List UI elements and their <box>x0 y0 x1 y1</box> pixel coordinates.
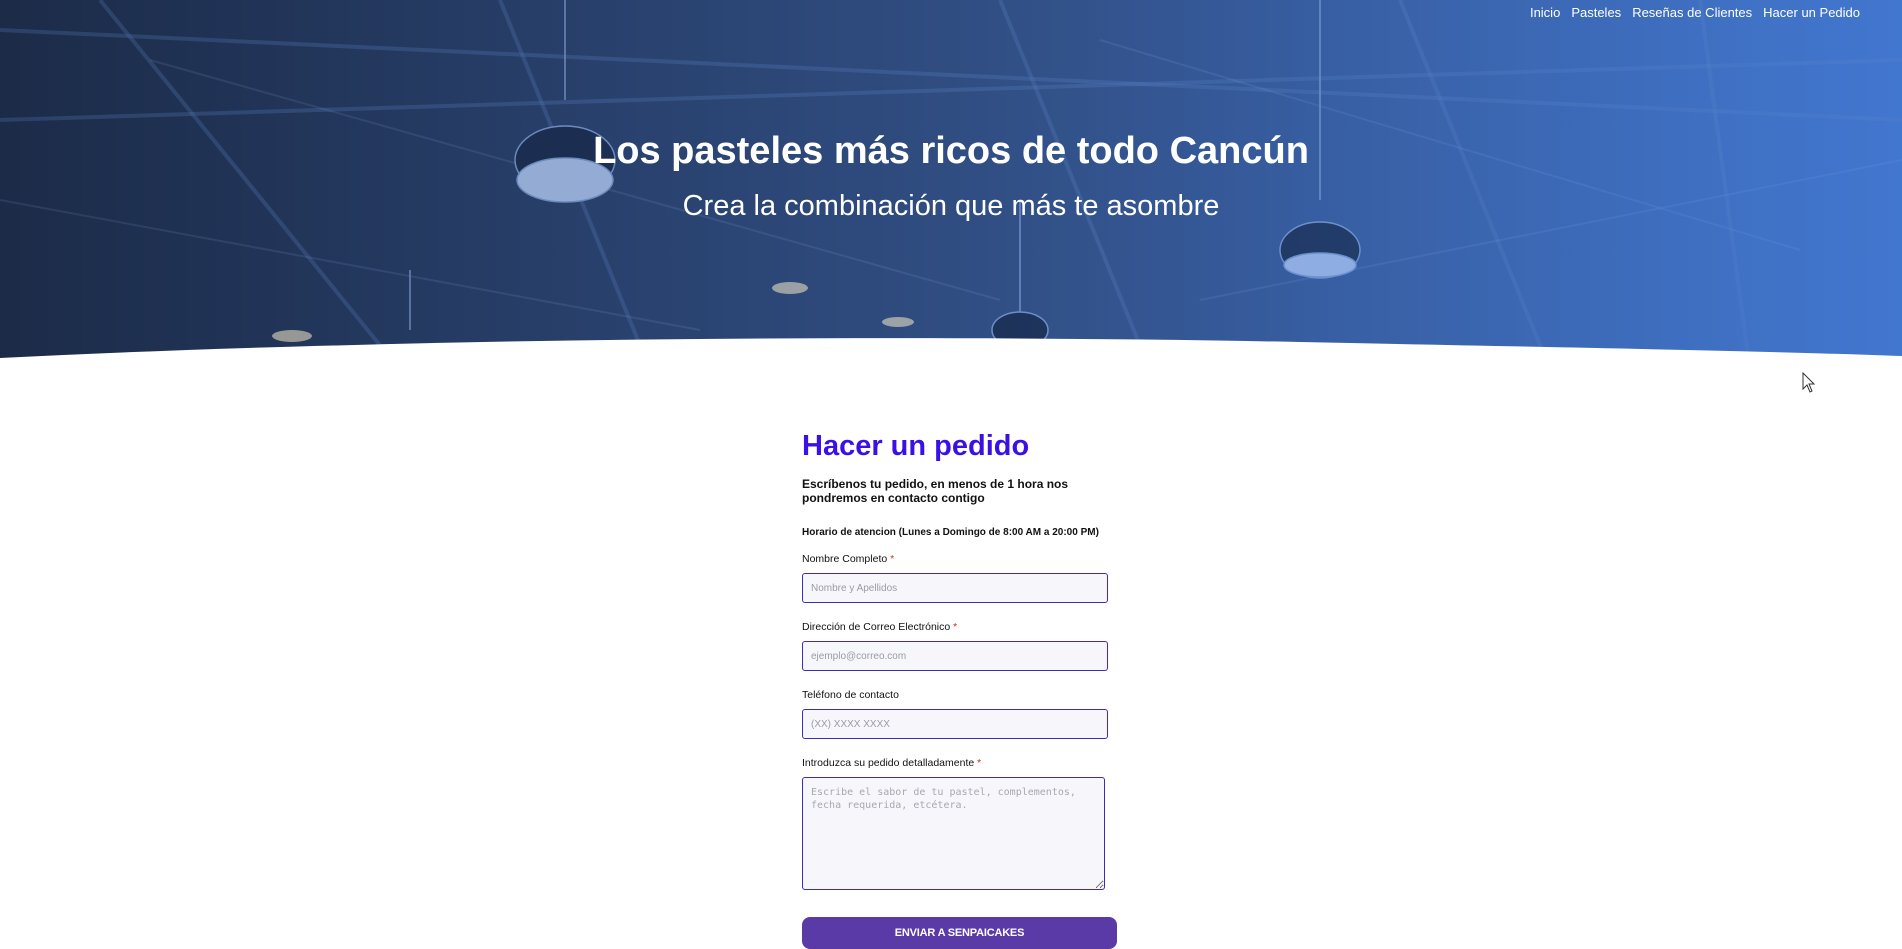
name-label-text: Nombre Completo <box>802 553 888 565</box>
mouse-pointer-icon <box>1802 372 1816 393</box>
order-details-textarea[interactable] <box>802 777 1105 890</box>
required-marker: * <box>977 757 982 769</box>
phone-input[interactable] <box>802 709 1108 739</box>
email-input[interactable] <box>802 641 1108 671</box>
phone-field-label: Teléfono de contacto <box>802 689 1120 701</box>
nav-item-pasteles[interactable]: Pasteles <box>1571 5 1621 20</box>
order-form-title: Hacer un pedido <box>802 430 1030 462</box>
required-marker: * <box>953 621 958 633</box>
hero-wave-divider <box>0 338 1902 370</box>
name-field-label: Nombre Completo * <box>802 553 1120 565</box>
submit-order-button[interactable]: ENVIAR A SENPAICAKES <box>802 917 1117 949</box>
hero-banner: Inicio Pasteles Reseñas de Clientes Hace… <box>0 0 1902 370</box>
phone-label-text: Teléfono de contacto <box>802 689 899 701</box>
nav-item-hacer-pedido[interactable]: Hacer un Pedido <box>1763 5 1860 20</box>
order-field-label: Introduzca su pedido detalladamente * <box>802 757 1120 769</box>
hero-overlay <box>0 0 1902 370</box>
email-field-label: Dirección de Correo Electrónico * <box>802 621 1120 633</box>
nav-item-inicio[interactable]: Inicio <box>1530 5 1560 20</box>
business-hours: Horario de atencion (Lunes a Domingo de … <box>802 527 1099 538</box>
top-navigation: Inicio Pasteles Reseñas de Clientes Hace… <box>1530 5 1860 20</box>
order-form-section: Hacer un pedido Escríbenos tu pedido, en… <box>802 430 1120 949</box>
required-marker: * <box>890 553 895 565</box>
email-label-text: Dirección de Correo Electrónico <box>802 621 951 633</box>
nav-item-resenas[interactable]: Reseñas de Clientes <box>1632 5 1752 20</box>
full-name-input[interactable] <box>802 573 1108 603</box>
order-form-intro: Escríbenos tu pedido, en menos de 1 hora… <box>802 477 1069 505</box>
hero-title: Los pasteles más ricos de todo Cancún <box>593 130 1309 172</box>
order-label-text: Introduzca su pedido detalladamente <box>802 757 975 769</box>
hero-subtitle: Crea la combinación que más te asombre <box>682 190 1220 222</box>
